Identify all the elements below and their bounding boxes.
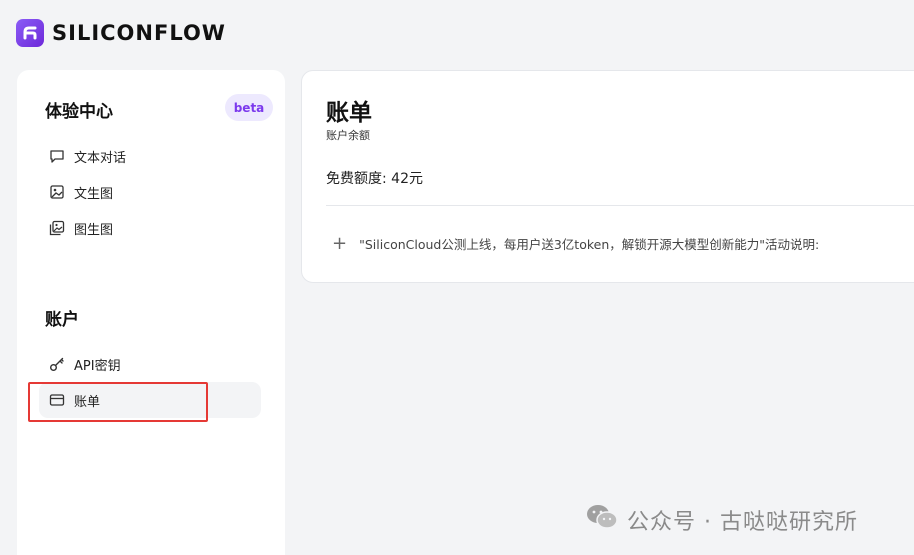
chat-bubble-icon <box>49 148 65 164</box>
billing-panel: 账单 账户余额 免费额度: 42元 + "SiliconCloud公测上线，每用… <box>301 70 914 283</box>
siliconflow-logo-icon <box>16 19 44 47</box>
beta-badge: beta <box>225 94 273 121</box>
page-subtitle: 账户余额 <box>326 129 370 142</box>
brand[interactable]: SILICONFLOW <box>16 19 226 47</box>
page-title: 账单 <box>326 100 372 126</box>
promo-expand-row[interactable]: + "SiliconCloud公测上线，每用户送3亿token，解锁开源大模型创… <box>332 234 819 253</box>
brand-name: SILICONFLOW <box>52 21 226 45</box>
sidebar-item-label: 文生图 <box>74 186 114 202</box>
images-icon <box>49 220 65 236</box>
key-icon <box>49 356 65 372</box>
sidebar-item-label: 文本对话 <box>74 150 127 166</box>
highlight-annotation <box>28 382 208 422</box>
sidebar-item-label: 图生图 <box>74 222 114 238</box>
sidebar-item-text-to-image[interactable]: 文生图 <box>39 174 261 210</box>
section-title-account: 账户 <box>45 310 79 330</box>
divider <box>326 205 914 206</box>
watermark-text: 公众号 · 古哒哒研究所 <box>627 510 858 535</box>
promo-text: "SiliconCloud公测上线，每用户送3亿token，解锁开源大模型创新能… <box>359 237 820 252</box>
sidebar-item-text-chat[interactable]: 文本对话 <box>39 138 261 174</box>
wechat-icon <box>585 503 619 537</box>
sidebar-item-image-to-image[interactable]: 图生图 <box>39 210 261 246</box>
sidebar-item-api-keys[interactable]: API密钥 <box>39 346 261 382</box>
free-quota: 免费额度: 42元 <box>326 171 423 187</box>
image-icon <box>49 184 65 200</box>
section-title-experience: 体验中心 <box>45 102 113 122</box>
watermark: 公众号 · 古哒哒研究所 <box>585 503 858 537</box>
sidebar-item-label: API密钥 <box>74 358 121 374</box>
plus-icon: + <box>332 232 348 254</box>
sidebar: 体验中心 beta 文本对话 文生图 图生图 账户 API密钥 账单 <box>17 70 285 555</box>
